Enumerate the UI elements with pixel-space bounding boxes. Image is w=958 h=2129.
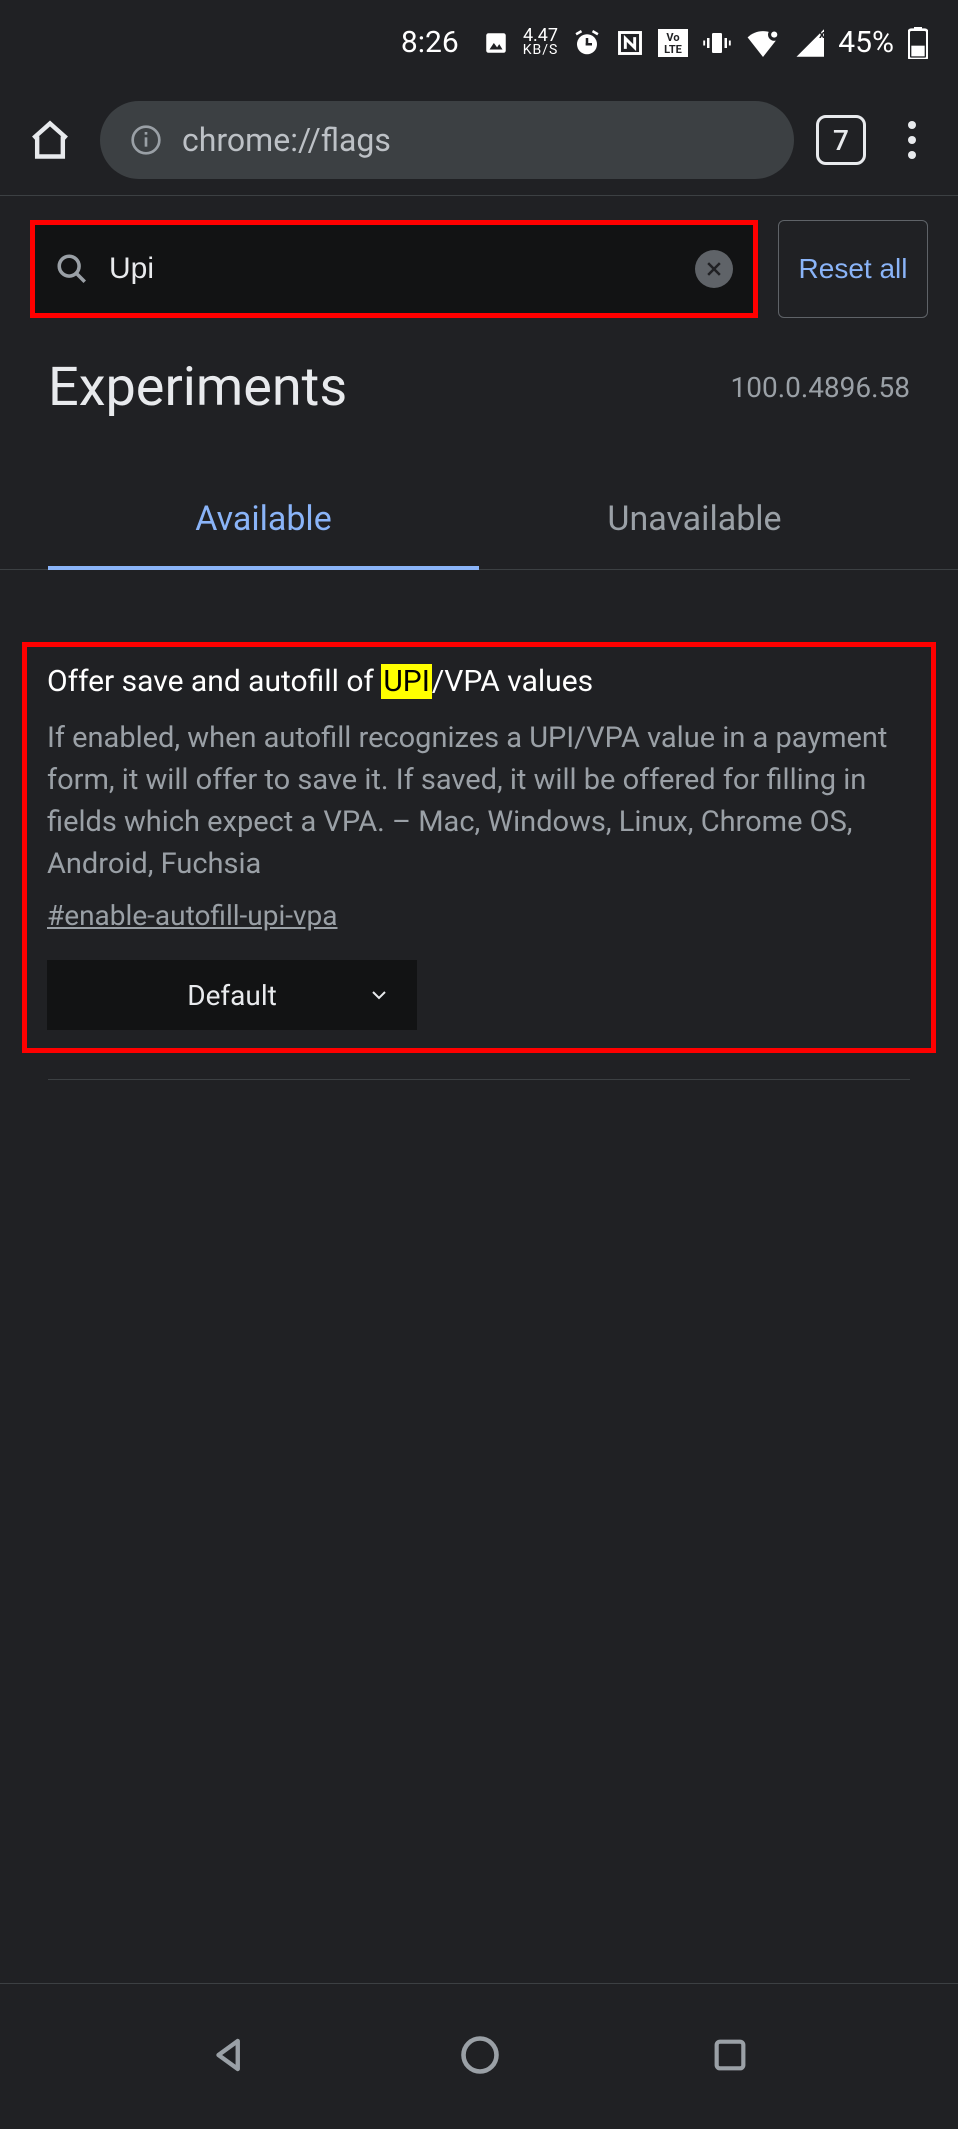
chrome-toolbar: chrome://flags 7 bbox=[0, 85, 958, 195]
chrome-version: 100.0.4896.58 bbox=[730, 371, 910, 404]
tabs: Available Unavailable bbox=[0, 499, 958, 570]
battery-icon bbox=[908, 27, 928, 59]
flag-state-select[interactable]: Default bbox=[47, 960, 417, 1030]
svg-text:x: x bbox=[819, 29, 824, 41]
alarm-icon bbox=[572, 28, 602, 58]
select-value: Default bbox=[187, 979, 277, 1012]
search-highlight: UPI bbox=[381, 664, 432, 699]
flags-search-box[interactable] bbox=[35, 225, 753, 313]
android-status-bar: 8:26 4.47 KB/S VoLTE x 45% bbox=[0, 0, 958, 85]
overflow-menu-button[interactable] bbox=[888, 121, 936, 159]
experiments-header: Experiments 100.0.4896.58 bbox=[0, 342, 958, 419]
nav-home-button[interactable] bbox=[458, 2033, 502, 2081]
image-icon bbox=[483, 30, 509, 56]
reset-all-button[interactable]: Reset all bbox=[778, 220, 928, 318]
signal-icon: x bbox=[794, 29, 824, 57]
tab-unavailable[interactable]: Unavailable bbox=[479, 499, 910, 569]
battery-percent: 45% bbox=[838, 25, 894, 60]
info-icon bbox=[130, 124, 162, 156]
nav-back-button[interactable] bbox=[208, 2034, 250, 2080]
tab-available[interactable]: Available bbox=[48, 499, 479, 569]
chevron-down-icon bbox=[367, 983, 391, 1007]
svg-text:LTE: LTE bbox=[664, 43, 682, 56]
vibrate-icon bbox=[702, 28, 732, 58]
address-bar[interactable]: chrome://flags bbox=[100, 101, 794, 179]
close-icon bbox=[704, 259, 724, 279]
nav-recents-button[interactable] bbox=[710, 2035, 750, 2079]
search-icon bbox=[55, 252, 89, 286]
flag-permalink[interactable]: #enable-autofill-upi-vpa bbox=[47, 899, 338, 932]
clear-search-button[interactable] bbox=[695, 250, 733, 288]
home-button[interactable] bbox=[22, 112, 78, 168]
status-clock: 8:26 bbox=[401, 25, 459, 60]
android-nav-bar bbox=[0, 1984, 958, 2129]
page-title: Experiments bbox=[48, 356, 347, 419]
flags-search-row: Reset all bbox=[0, 196, 958, 342]
tab-switcher-button[interactable]: 7 bbox=[816, 115, 866, 165]
flag-description: If enabled, when autofill recognizes a U… bbox=[47, 717, 911, 885]
divider bbox=[48, 1079, 910, 1080]
flag-item: Offer save and autofill of UPI/VPA value… bbox=[22, 642, 936, 1053]
network-speed: 4.47 KB/S bbox=[523, 28, 559, 57]
url-text: chrome://flags bbox=[182, 121, 391, 159]
flag-title: Offer save and autofill of UPI/VPA value… bbox=[47, 661, 911, 703]
nfc-icon bbox=[616, 29, 644, 57]
search-input[interactable] bbox=[109, 252, 675, 286]
wifi-icon bbox=[746, 29, 780, 57]
annotated-search bbox=[30, 220, 758, 318]
volte-icon: VoLTE bbox=[658, 29, 688, 57]
